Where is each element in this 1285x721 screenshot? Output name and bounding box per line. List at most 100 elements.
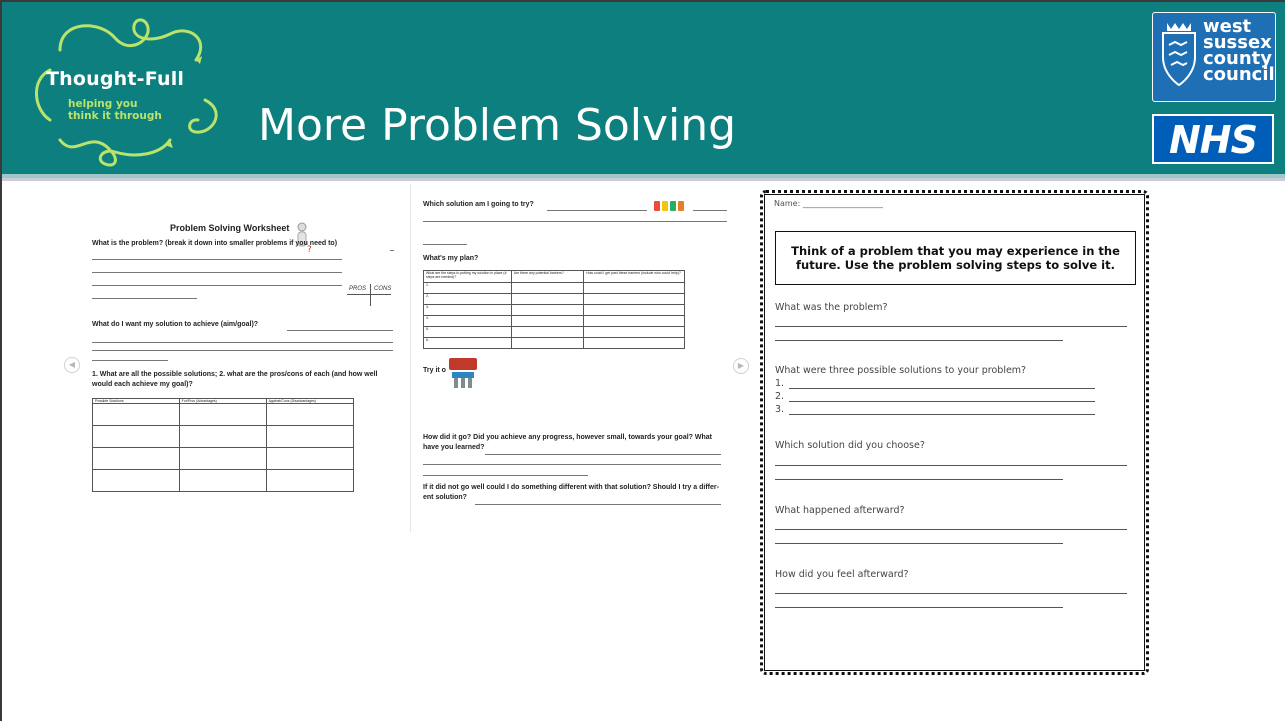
table-row: 4. — [423, 315, 685, 327]
answer-line — [92, 259, 342, 260]
table-header: Are there any potential barriers? — [510, 270, 585, 283]
question-what-was-problem: What was the problem? — [775, 302, 888, 313]
question-which-solution: Which solution am I going to try? — [423, 201, 534, 208]
slide: Thought-Full helping you think it throug… — [0, 0, 1285, 721]
question-solutions-2: would each achieve my goal)? — [92, 381, 193, 388]
row-number: 6. — [423, 337, 512, 349]
question-which-solution-chosen: Which solution did you choose? — [775, 440, 925, 451]
previous-slide-button[interactable]: ◀ — [64, 357, 80, 373]
row-number: 4. — [423, 315, 512, 327]
answer-line — [775, 593, 1127, 594]
question-plan: What's my plan? — [423, 255, 479, 262]
row-number: 1. — [423, 282, 512, 294]
thought-full-logo — [35, 18, 218, 167]
table-row: 3. — [423, 304, 685, 316]
question-did-not-go-well-1: If it did not go well could I do somethi… — [423, 484, 719, 491]
answer-line — [775, 607, 1063, 608]
table-row — [92, 425, 355, 448]
plan-table: What are the steps to putting my solutio… — [423, 270, 685, 349]
pros-cons-divider — [370, 284, 371, 306]
answer-line — [92, 342, 393, 343]
answer-line — [789, 401, 1095, 402]
question-three-solutions: What were three possible solutions to yo… — [775, 365, 1027, 376]
row-number: 2. — [423, 293, 512, 305]
table-row: 5. — [423, 326, 685, 338]
answer-line — [475, 504, 721, 505]
worksheet-middle: Which solution am I going to try? What's… — [410, 184, 741, 532]
table-header: How could I get past these barriers (inc… — [583, 270, 685, 283]
instruction-text: Think of a problem that you may experien… — [776, 244, 1135, 272]
key-options-icon — [654, 201, 684, 211]
thinking-figure-icon: ? — [297, 222, 312, 254]
cons-label: CONS — [374, 286, 392, 292]
answer-line — [775, 543, 1063, 544]
logo-title: Thought-Full — [46, 68, 185, 90]
logo-tagline: helping you think it through — [68, 98, 162, 122]
table-row: 6. — [423, 337, 685, 349]
west-sussex-county-council-logo: west sussex county council — [1152, 12, 1276, 102]
nhs-logo-text: NHS — [1169, 118, 1258, 162]
solutions-table: Possible Solutions For/Pros (Advantages)… — [92, 398, 355, 492]
answer-line — [789, 388, 1095, 389]
answer-line — [775, 479, 1063, 480]
header-banner: Thought-Full helping you think it throug… — [2, 2, 1285, 174]
instruction-line-2: future. Use the problem solving steps to… — [796, 258, 1115, 272]
table-row — [92, 403, 355, 426]
question-did-not-go-well-2: ent solution? — [423, 494, 467, 501]
table-header: What are the steps to putting my solutio… — [423, 270, 512, 283]
pros-label: PROS — [349, 286, 367, 292]
answer-line — [92, 272, 342, 273]
question-goal: What do I want my solution to achieve (a… — [92, 321, 259, 328]
answer-line — [789, 414, 1095, 415]
answer-line — [92, 298, 197, 299]
question-how-did-you-feel: How did you feel afterward? — [775, 569, 909, 580]
solution-number: 1. — [775, 378, 785, 389]
question-solutions-1: 1. What are all the possible solutions; … — [92, 371, 378, 378]
answer-line — [423, 464, 721, 465]
logo-tagline-1: helping you — [68, 98, 138, 110]
name-field-label: Name: ____________________ — [774, 199, 883, 208]
instruction-line-1: Think of a problem that you may experien… — [791, 244, 1120, 258]
answer-line — [547, 210, 647, 211]
council-word-4: council — [1203, 64, 1275, 85]
we-can-do-it-icon — [449, 358, 477, 388]
question-how-did-it-go-1: How did it go? Did you achieve any progr… — [423, 434, 712, 441]
solution-number: 3. — [775, 404, 785, 415]
crest-icon — [1162, 23, 1196, 87]
question-what-happened: What happened afterward? — [775, 505, 905, 516]
logo-tagline-2: think it through — [68, 110, 162, 122]
answer-line — [775, 529, 1127, 530]
header-divider-shadow — [2, 178, 1285, 181]
worksheet-title: Problem Solving Worksheet — [170, 223, 290, 233]
try-it-label: Try it o — [423, 367, 446, 374]
answer-line — [775, 326, 1127, 327]
answer-line — [423, 475, 588, 476]
answer-line — [287, 330, 393, 331]
answer-line — [775, 465, 1127, 466]
worksheet-right: Name: ____________________ Think of a pr… — [764, 194, 1145, 671]
chevron-left-icon: ◀ — [68, 360, 76, 369]
question-how-did-it-go-2: have you learned? — [423, 444, 485, 451]
answer-line — [92, 360, 168, 361]
instruction-box: Think of a problem that you may experien… — [775, 231, 1136, 285]
council-name: west sussex county council — [1203, 18, 1275, 85]
row-number: 5. — [423, 326, 512, 338]
worksheet-left: ? Problem Solving Worksheet What is the … — [82, 194, 404, 524]
answer-line — [92, 350, 393, 351]
table-row: 1. — [423, 282, 685, 294]
answer-line — [775, 340, 1063, 341]
solution-number: 2. — [775, 391, 785, 402]
table-row — [92, 469, 355, 492]
pros-cons-rule — [347, 294, 391, 295]
table-row: 2. — [423, 293, 685, 305]
answer-line — [693, 210, 727, 211]
answer-line — [485, 454, 721, 455]
answer-line — [92, 285, 342, 286]
table-row — [92, 447, 355, 470]
answer-line — [423, 221, 727, 222]
row-number: 3. — [423, 304, 512, 316]
answer-line — [390, 250, 394, 251]
nhs-logo: NHS — [1152, 114, 1274, 164]
question-problem: What is the problem? (break it down into… — [92, 240, 338, 247]
slide-title: More Problem Solving — [258, 100, 737, 151]
